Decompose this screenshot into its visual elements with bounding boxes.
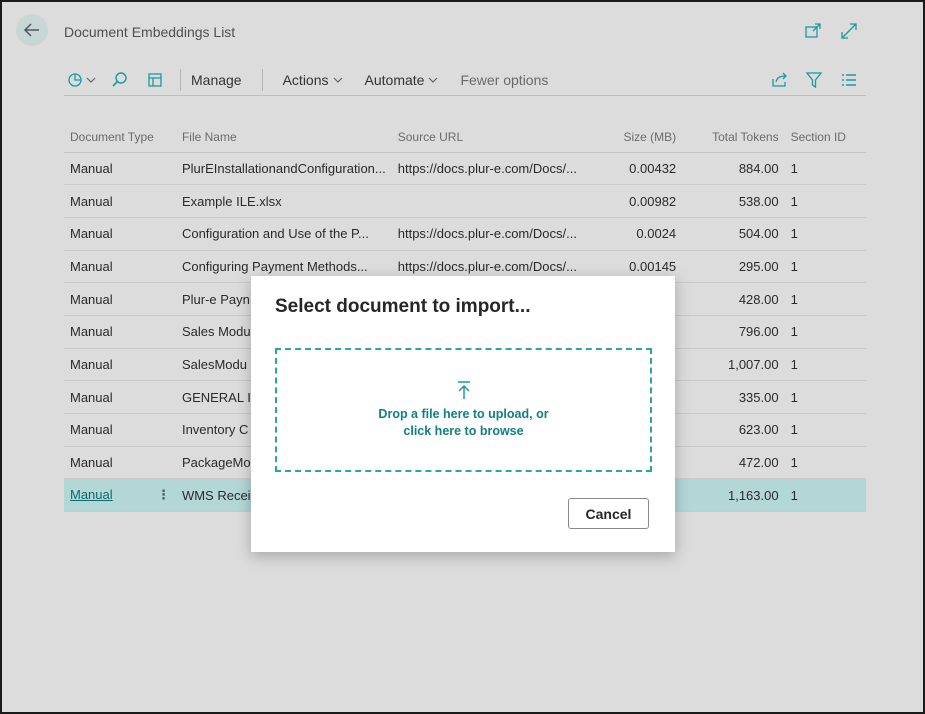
- modal-backdrop: Select document to import... Drop a file…: [0, 0, 925, 714]
- dialog-title: Select document to import...: [275, 296, 531, 317]
- drop-zone-line-2[interactable]: click here to browse: [378, 423, 548, 440]
- file-drop-zone[interactable]: Drop a file here to upload, or click her…: [275, 348, 652, 472]
- upload-icon: [457, 381, 470, 399]
- import-dialog: Select document to import... Drop a file…: [251, 276, 675, 552]
- drop-zone-text: Drop a file here to upload, or click her…: [378, 406, 548, 440]
- cancel-button[interactable]: Cancel: [568, 498, 649, 529]
- drop-zone-line-1: Drop a file here to upload, or: [378, 407, 549, 421]
